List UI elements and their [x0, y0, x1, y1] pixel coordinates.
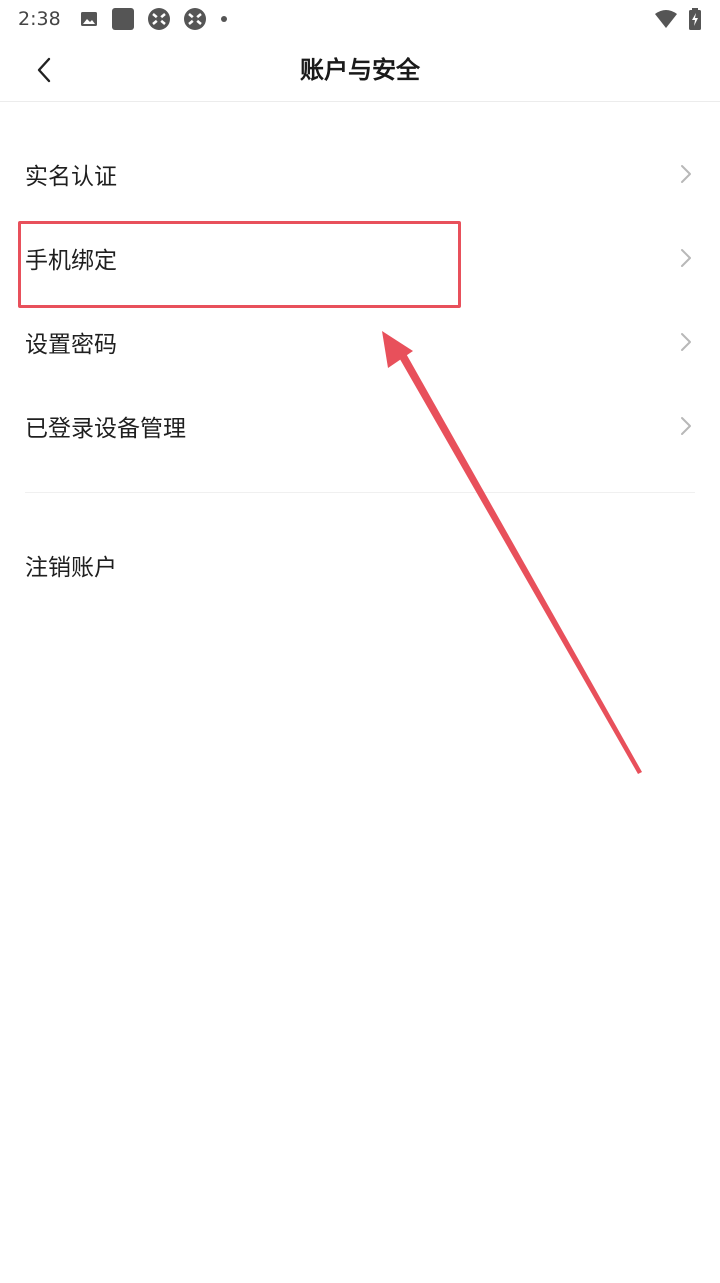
dot-icon: [220, 16, 227, 22]
settings-menu: 实名认证 手机绑定 设置密码 已登录设备管理: [0, 132, 720, 468]
status-bar: 2:38: [0, 0, 720, 38]
page-title: 账户与安全: [300, 56, 420, 84]
menu-item-label: 设置密码: [25, 332, 117, 358]
app-square-icon: [111, 8, 134, 30]
chevron-right-icon: [681, 165, 691, 183]
chevron-right-icon: [681, 333, 691, 351]
battery-charging-icon: [689, 8, 701, 30]
menu-item-label: 手机绑定: [25, 248, 117, 274]
status-icons-right: [654, 0, 702, 38]
sync-icon: [183, 8, 206, 30]
status-time: 2:38: [18, 8, 61, 30]
menu-item-label: 实名认证: [25, 164, 117, 190]
cancel-account-label: 注销账户: [25, 555, 117, 581]
back-button[interactable]: [22, 48, 66, 92]
menu-item-logged-devices[interactable]: 已登录设备管理: [0, 384, 720, 468]
chevron-left-icon: [37, 57, 51, 83]
status-icons-left: [79, 7, 229, 31]
image-icon: [80, 12, 97, 26]
chevron-right-icon: [681, 417, 691, 435]
nav-bar: 账户与安全: [0, 38, 720, 102]
cancel-account-item[interactable]: 注销账户: [0, 523, 720, 607]
sync-icon: [147, 8, 170, 30]
menu-item-set-password[interactable]: 设置密码: [0, 300, 720, 384]
menu-item-label: 已登录设备管理: [25, 416, 186, 442]
menu-item-real-name-auth[interactable]: 实名认证: [0, 132, 720, 216]
menu-item-phone-binding[interactable]: 手机绑定: [0, 216, 720, 300]
chevron-right-icon: [681, 249, 691, 267]
divider: [25, 492, 695, 493]
wifi-icon: [655, 10, 677, 28]
